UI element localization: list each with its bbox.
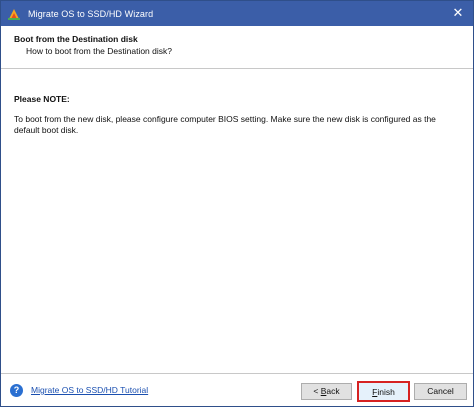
- note-body: To boot from the new disk, please config…: [14, 114, 436, 135]
- title-bar: Migrate OS to SSD/HD Wizard ✕: [1, 1, 473, 26]
- window-title: Migrate OS to SSD/HD Wizard: [28, 8, 154, 19]
- wizard-window: Migrate OS to SSD/HD Wizard ✕ Boot from …: [0, 0, 474, 407]
- cancel-button[interactable]: Cancel: [414, 383, 467, 400]
- tutorial-link[interactable]: Migrate OS to SSD/HD Tutorial: [31, 385, 148, 395]
- note-title: Please NOTE:: [14, 94, 70, 104]
- finish-label-rest: inish: [377, 387, 395, 397]
- close-button[interactable]: ✕: [451, 6, 465, 20]
- app-logo-icon: [7, 7, 21, 21]
- finish-button[interactable]: Finish: [357, 381, 410, 402]
- wizard-content: Please NOTE: To boot from the new disk, …: [1, 69, 473, 373]
- back-prefix: <: [313, 386, 321, 396]
- back-button[interactable]: < Back: [301, 383, 352, 400]
- back-label-rest: ack: [326, 386, 340, 396]
- wizard-footer: ? Migrate OS to SSD/HD Tutorial < Back F…: [1, 374, 473, 406]
- wizard-header: Boot from the Destination disk How to bo…: [1, 26, 473, 66]
- help-icon[interactable]: ?: [10, 384, 23, 397]
- step-subtitle: How to boot from the Destination disk?: [26, 46, 172, 56]
- step-title: Boot from the Destination disk: [14, 34, 138, 44]
